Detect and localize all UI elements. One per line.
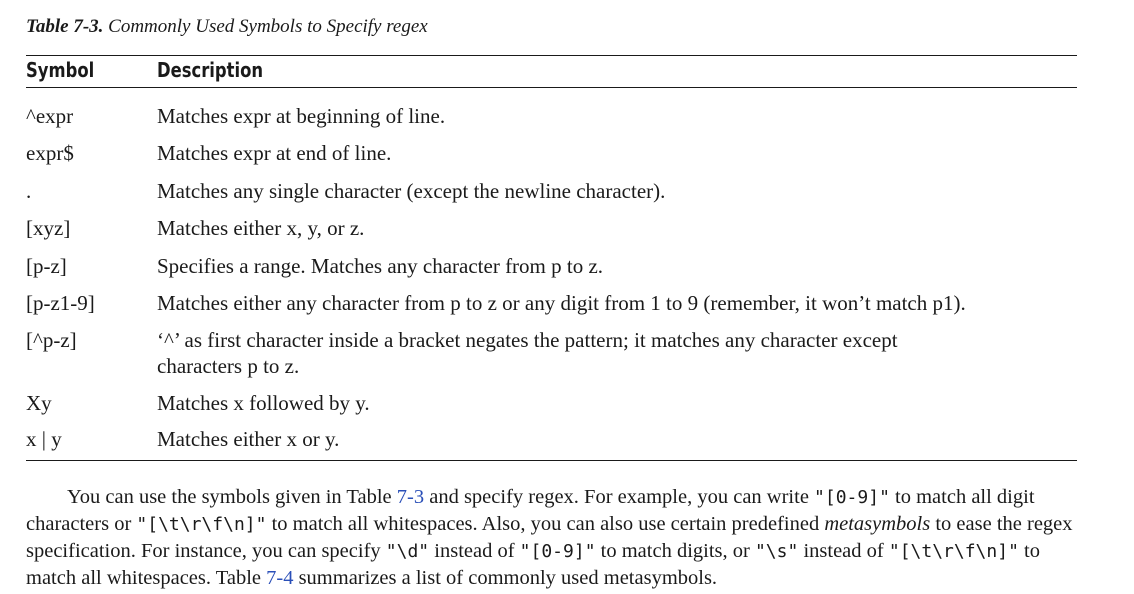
header-symbol: Symbol — [26, 58, 95, 82]
table-caption-label: Table 7-3. — [26, 16, 104, 37]
table-top-rule — [26, 55, 1077, 56]
para-text: summarizes a list of commonly used metas… — [293, 567, 718, 589]
row-symbol: Xy — [26, 391, 52, 415]
para-text: instead of — [429, 540, 520, 562]
row-symbol: [^p-z] — [26, 328, 77, 352]
para-text: to match digits, or — [595, 540, 755, 562]
row-symbol: expr$ — [26, 141, 74, 165]
row-symbol: x | y — [26, 427, 62, 451]
code-snippet: "[0-9]" — [519, 541, 596, 562]
para-text: You can use the symbols given in Table — [67, 486, 397, 508]
row-symbol: [p-z] — [26, 254, 67, 278]
emphasis-term: metasymbols — [824, 513, 931, 535]
row-description: Matches either x, y, or z. — [157, 216, 365, 240]
row-symbol: ^expr — [26, 104, 74, 128]
row-symbol: [xyz] — [26, 216, 71, 240]
table-header-rule — [26, 87, 1077, 88]
table-link-7-4[interactable]: 7-4 — [266, 567, 293, 589]
table-link-7-3[interactable]: 7-3 — [397, 486, 424, 508]
row-description: Matches either any character from p to z… — [157, 291, 966, 315]
para-text: and specify regex. For example, you can … — [424, 486, 815, 508]
table-bottom-rule — [26, 460, 1077, 461]
para-text: instead of — [798, 540, 889, 562]
code-snippet: "[0-9]" — [814, 487, 890, 508]
table-caption: Table 7-3. Commonly Used Symbols to Spec… — [26, 16, 428, 38]
table-caption-title: Commonly Used Symbols to Specify regex — [108, 16, 428, 37]
row-description: Matches x followed by y. — [157, 391, 370, 415]
row-symbol: . — [26, 179, 32, 203]
row-description: Matches any single character (except the… — [157, 179, 666, 203]
body-paragraph: You can use the symbols given in Table 7… — [26, 484, 1086, 591]
para-text: to match all whitespaces. Also, you can … — [266, 513, 825, 535]
row-symbol: [p-z1-9] — [26, 291, 95, 315]
row-description: Matches either x or y. — [157, 427, 340, 451]
row-description: ‘^’ as first character inside a bracket … — [157, 328, 898, 378]
row-description: Matches expr at beginning of line. — [157, 104, 446, 128]
header-description: Description — [157, 58, 264, 82]
code-snippet: "\s" — [754, 541, 799, 562]
code-snippet: "\d" — [385, 541, 430, 562]
row-description: Matches expr at end of line. — [157, 141, 392, 165]
code-snippet: "[\t\r\f\n]" — [888, 541, 1019, 562]
code-snippet: "[\t\r\f\n]" — [136, 514, 267, 535]
row-description: Specifies a range. Matches any character… — [157, 254, 604, 278]
